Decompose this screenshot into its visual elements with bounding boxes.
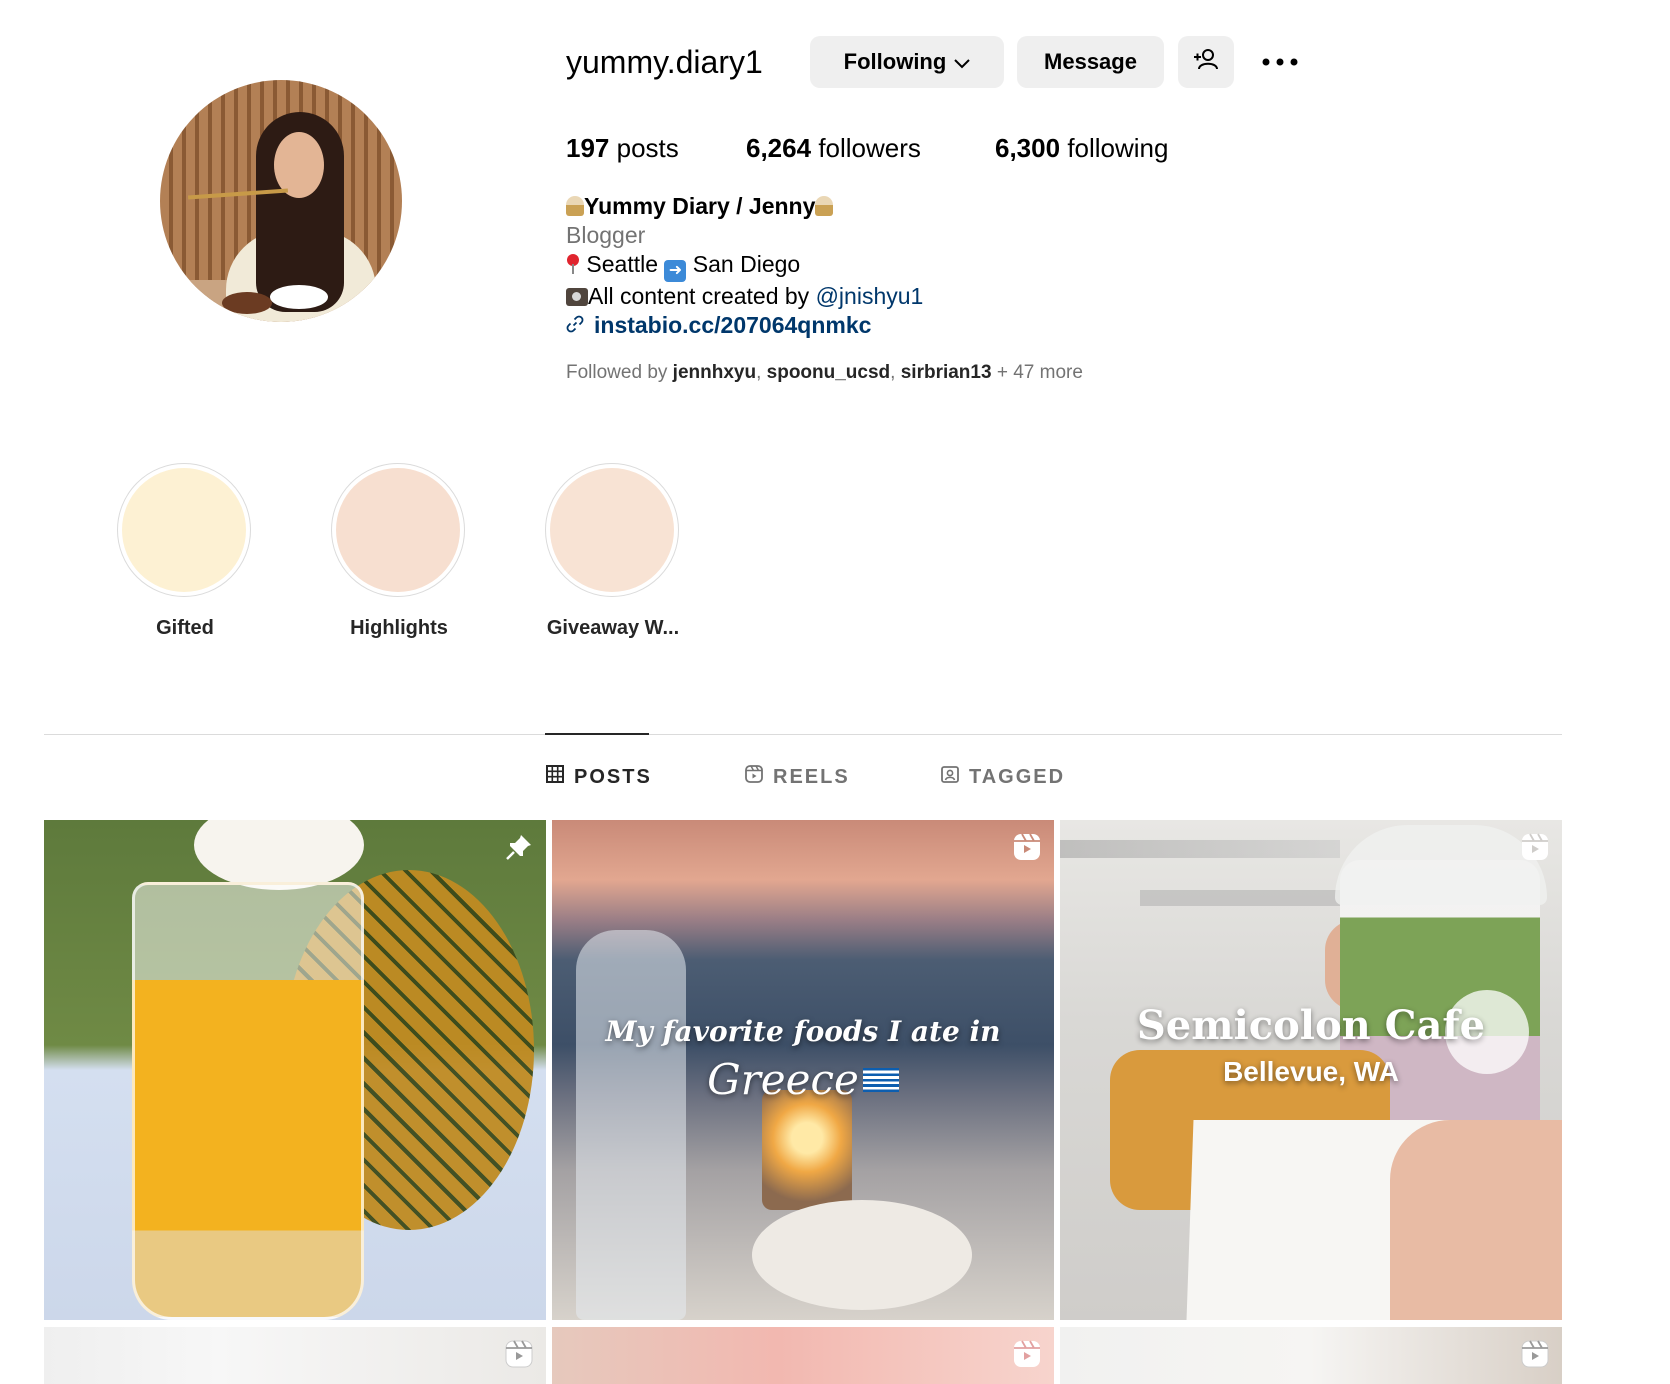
following-count[interactable]: 6,300 following <box>995 130 1168 166</box>
profile-category: Blogger <box>566 222 646 248</box>
followed-by[interactable]: Followed by jennhxyu, spoonu_ucsd, sirbr… <box>566 360 1083 386</box>
post-tile[interactable]: Semicolon Cafe Bellevue, WA <box>1060 820 1562 1320</box>
location-pin-icon <box>566 254 580 274</box>
bio-link[interactable]: instabio.cc/207064qnmkc <box>566 311 923 340</box>
post-tile[interactable] <box>552 1327 1054 1384</box>
reels-icon <box>745 765 763 789</box>
pin-icon <box>504 832 534 862</box>
posts-count: 197 posts <box>566 133 679 163</box>
tab-posts[interactable]: POSTS <box>546 762 652 792</box>
mention-link[interactable]: @jnishyu1 <box>816 283 924 309</box>
post-tile[interactable]: My favorite foods I ate in Greece <box>552 820 1054 1320</box>
cupcake-icon <box>566 196 584 216</box>
following-button[interactable]: Following <box>810 36 1004 88</box>
display-name: Yummy Diary / Jenny <box>566 192 923 221</box>
highlight-cover <box>122 468 246 592</box>
followers-count[interactable]: 6,264 followers <box>746 130 921 166</box>
grid-icon <box>546 765 564 789</box>
profile-page: yummy.diary1 Following Message 197 posts… <box>0 0 1670 1384</box>
add-user-button[interactable] <box>1178 36 1234 88</box>
highlight-label: Highlights <box>350 617 448 639</box>
bio-location: Seattle ➜ San Diego <box>566 250 923 282</box>
greece-flag-icon <box>862 1068 899 1092</box>
post-overlay-text: Greece <box>552 1055 1054 1104</box>
active-tab-indicator <box>545 733 649 735</box>
tabs-divider <box>44 734 1562 735</box>
camera-icon <box>566 287 588 306</box>
post-tile[interactable] <box>44 820 546 1320</box>
post-overlay-text: My favorite foods I ate in <box>605 1015 1001 1048</box>
profile-avatar[interactable] <box>160 80 402 322</box>
highlight-label: Gifted <box>156 617 214 639</box>
reel-icon <box>504 1339 534 1369</box>
profile-username: yummy.diary1 <box>566 44 763 80</box>
highlight-giveaway[interactable]: Giveaway W... <box>545 463 681 640</box>
right-arrow-icon: ➜ <box>664 259 687 282</box>
add-user-icon <box>1193 48 1219 76</box>
post-tile[interactable] <box>44 1327 546 1384</box>
following-button-label: Following <box>843 49 947 74</box>
highlight-highlights[interactable]: Highlights <box>331 463 467 640</box>
tab-tagged[interactable]: TAGGED <box>941 762 1065 792</box>
highlight-gifted[interactable]: Gifted <box>117 463 253 640</box>
tab-reels[interactable]: REELS <box>745 762 850 792</box>
highlight-cover <box>550 468 674 592</box>
more-options-button[interactable] <box>1258 42 1302 82</box>
tagged-icon <box>941 765 959 789</box>
reel-icon <box>1520 832 1550 862</box>
bio-credit: All content created by @jnishyu1 <box>566 282 923 311</box>
highlight-label: Giveaway W... <box>546 617 680 639</box>
post-tile[interactable] <box>1060 1327 1562 1384</box>
link-icon <box>566 311 584 340</box>
reel-icon <box>1012 1339 1042 1369</box>
message-button[interactable]: Message <box>1017 36 1164 88</box>
post-overlay-text: Bellevue, WA <box>1223 1056 1399 1087</box>
profile-bio: Yummy Diary / Jenny Blogger Seattle ➜ Sa… <box>566 192 923 340</box>
cupcake-icon <box>815 196 834 216</box>
chevron-down-icon <box>954 49 971 75</box>
reel-icon <box>1012 832 1042 862</box>
post-overlay-text: Semicolon Cafe <box>1136 1002 1486 1049</box>
highlight-cover <box>336 468 460 592</box>
more-icon <box>1262 53 1298 71</box>
reel-icon <box>1520 1339 1550 1369</box>
